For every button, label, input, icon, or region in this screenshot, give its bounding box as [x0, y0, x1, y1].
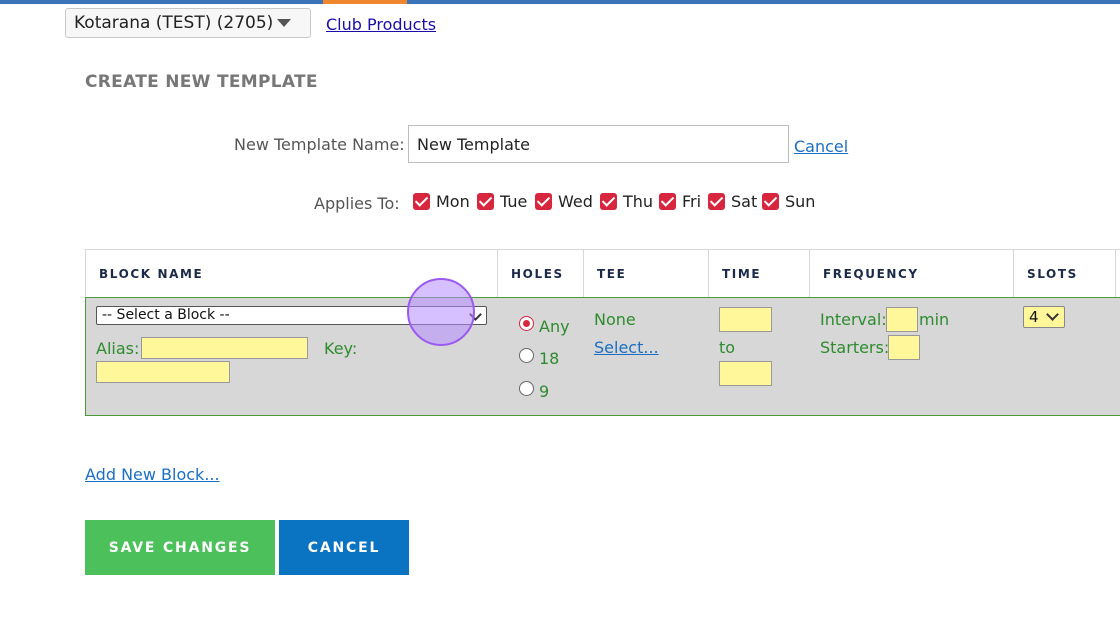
cancel-button[interactable]: CANCEL [279, 520, 409, 575]
blocks-table: BLOCK NAME HOLES TEE TIME FREQUENCY SLOT… [85, 249, 1120, 416]
time-to-label: to [719, 338, 736, 357]
slots-select[interactable]: 4 [1023, 306, 1065, 328]
page-title: CREATE NEW TEMPLATE [85, 72, 318, 92]
tee-value: None [594, 310, 636, 329]
holes-radio-18[interactable] [519, 348, 534, 363]
club-dropdown-value: Kotarana (TEST) (2705) [74, 13, 274, 33]
day-label: Sun [785, 192, 816, 211]
club-dropdown[interactable]: Kotarana (TEST) (2705) [65, 8, 311, 38]
table-header: BLOCK NAME HOLES TEE TIME FREQUENCY SLOT… [85, 249, 1120, 298]
day-checkbox-mon[interactable]: Mon [413, 192, 470, 211]
applies-to-label: Applies To: [314, 194, 400, 213]
block-select-value: -- Select a Block -- [102, 307, 230, 323]
chevron-down-icon [1046, 308, 1059, 321]
tee-select-link[interactable]: Select... [594, 338, 659, 357]
alias-label: Alias: [96, 339, 140, 358]
key-label: Key: [324, 339, 358, 358]
interval-label: Interval: [820, 310, 887, 329]
key-input[interactable] [96, 361, 230, 383]
day-checkbox-thu[interactable]: Thu [600, 192, 653, 211]
checkbox-checked-icon[interactable] [600, 193, 617, 210]
template-name-label: New Template Name: [234, 135, 405, 154]
club-products-link[interactable]: Club Products [326, 15, 436, 34]
checkbox-checked-icon[interactable] [659, 193, 676, 210]
holes-radio-any[interactable] [519, 316, 534, 331]
checkbox-checked-icon[interactable] [477, 193, 494, 210]
holes-label-any: Any [539, 317, 570, 336]
template-name-input[interactable] [408, 125, 789, 163]
time-end-input[interactable] [719, 361, 772, 386]
time-start-input[interactable] [719, 307, 772, 332]
interval-unit: min [919, 310, 950, 329]
cancel-link[interactable]: Cancel [794, 137, 848, 156]
add-new-block-link[interactable]: Add New Block... [85, 465, 220, 484]
header-tee: TEE [584, 250, 709, 298]
table-row: -- Select a Block -- Alias: Key: Any 18 … [85, 297, 1120, 416]
checkbox-checked-icon[interactable] [535, 193, 552, 210]
interval-input[interactable] [886, 307, 918, 332]
slots-value: 4 [1029, 308, 1039, 326]
day-checkbox-sat[interactable]: Sat [708, 192, 757, 211]
day-checkbox-tue[interactable]: Tue [477, 192, 527, 211]
block-select[interactable]: -- Select a Block -- [96, 306, 487, 325]
header-slots: SLOTS [1014, 250, 1116, 298]
alias-input[interactable] [141, 337, 308, 359]
day-checkbox-fri[interactable]: Fri [659, 192, 701, 211]
starters-input[interactable] [888, 335, 920, 360]
day-label: Mon [436, 192, 470, 211]
day-label: Tue [500, 192, 528, 211]
save-changes-button[interactable]: SAVE CHANGES [85, 520, 275, 575]
chevron-down-icon [469, 308, 482, 321]
header-time: TIME [709, 250, 810, 298]
checkbox-checked-icon[interactable] [762, 193, 779, 210]
day-checkbox-wed[interactable]: Wed [535, 192, 593, 211]
holes-radio-9[interactable] [519, 381, 534, 396]
day-checkbox-sun[interactable]: Sun [762, 192, 815, 211]
checkbox-checked-icon[interactable] [708, 193, 725, 210]
day-label: Fri [682, 192, 702, 211]
header-block-name: BLOCK NAME [86, 250, 498, 298]
day-label: Sat [731, 192, 758, 211]
caret-down-icon [277, 19, 291, 27]
starters-label: Starters: [820, 338, 890, 357]
checkbox-checked-icon[interactable] [413, 193, 430, 210]
day-label: Thu [623, 192, 654, 211]
holes-label-9: 9 [539, 382, 550, 401]
day-label: Wed [558, 192, 593, 211]
header-holes: HOLES [498, 250, 584, 298]
header-frequency: FREQUENCY [810, 250, 1014, 298]
holes-label-18: 18 [539, 349, 560, 368]
top-accent-bar [0, 0, 1120, 4]
active-tab-indicator [323, 0, 407, 4]
